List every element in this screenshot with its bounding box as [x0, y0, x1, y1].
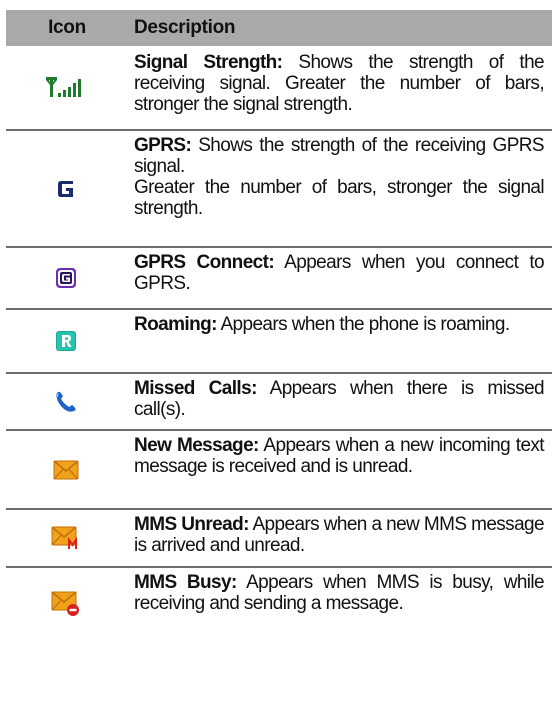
table-row: GPRS: Shows the strength of the receivin…: [6, 131, 552, 248]
gprs-icon: [57, 179, 75, 199]
table-row: Roaming: Appears when the phone is roami…: [6, 310, 552, 374]
row-term: MMS Busy:: [134, 572, 237, 593]
header-icon-column: Icon: [48, 17, 86, 38]
table-row: New Message: Appears when a new incoming…: [6, 431, 552, 510]
header-description-column: Description: [134, 17, 236, 38]
row-term: Roaming:: [134, 314, 217, 335]
missed-calls-icon: [54, 390, 78, 414]
table-header: Icon Description: [6, 10, 552, 46]
table-row: MMS Busy: Appears when MMS is busy, whil…: [6, 568, 552, 640]
roaming-icon: [55, 330, 77, 352]
new-message-icon: [53, 460, 79, 480]
row-term: Missed Calls:: [134, 378, 257, 399]
signal-strength-icon: [46, 76, 86, 99]
table-row: Missed Calls: Appears when there is miss…: [6, 374, 552, 431]
row-term: GPRS Connect:: [134, 252, 275, 273]
table-row: Signal Strength: Shows the strength of t…: [6, 46, 552, 131]
row-description: Shows the strength of the receiving GPRS…: [134, 135, 545, 177]
mms-busy-icon: [51, 591, 81, 617]
row-description: Greater the number of bars, stronger the…: [134, 177, 545, 219]
mms-unread-icon: [51, 526, 81, 550]
table-row: MMS Unread: Appears when a new MMS messa…: [6, 510, 552, 568]
row-description: Appears when the phone is roaming.: [220, 314, 510, 335]
row-term: Signal Strength:: [134, 52, 283, 73]
icon-description-table: Icon Description Signal Strength: Shows …: [6, 10, 552, 640]
row-term: New Message:: [134, 435, 259, 456]
table-row: GPRS Connect: Appears when you connect t…: [6, 248, 552, 310]
gprs-connect-icon: [55, 267, 77, 289]
row-term: GPRS:: [134, 135, 192, 156]
row-term: MMS Unread:: [134, 514, 249, 535]
